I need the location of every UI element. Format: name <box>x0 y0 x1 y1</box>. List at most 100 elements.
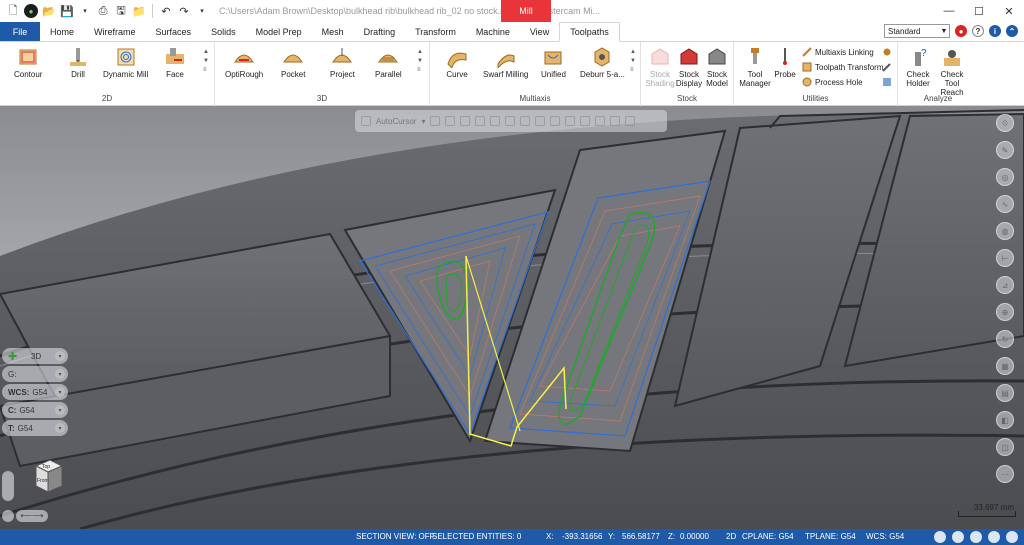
gallery-scroll[interactable]: ▲ ▼ ≡ <box>202 48 210 75</box>
globe-icon[interactable] <box>934 531 946 543</box>
section-icon[interactable]: ◧ <box>996 411 1014 429</box>
unified-button[interactable]: Unified <box>541 46 566 79</box>
save-as-icon[interactable]: 🖫 <box>114 4 128 18</box>
pencil-icon[interactable]: ✎ <box>996 141 1014 159</box>
pocket-button[interactable]: Pocket <box>281 46 305 79</box>
gview-row[interactable]: G: ▾ <box>2 366 68 382</box>
close-icon[interactable]: ✕ <box>994 0 1024 22</box>
new-file-icon[interactable]: 🗋 <box>6 4 20 18</box>
tab-mesh[interactable]: Mesh <box>312 22 354 41</box>
minimize-icon[interactable]: — <box>934 0 964 22</box>
tool-manager-button[interactable]: Tool Manager <box>739 46 771 88</box>
utility-extra-icon-1[interactable] <box>882 47 892 57</box>
view-icon[interactable]: ◫ <box>996 438 1014 456</box>
wcs-row[interactable]: WCS: G54 ▾ <box>2 384 68 400</box>
collapse-ribbon-icon[interactable]: ⌃ <box>1006 25 1018 37</box>
select-chain-icon[interactable] <box>490 116 501 126</box>
tab-solids[interactable]: Solids <box>201 22 246 41</box>
open-file-icon[interactable]: 📂 <box>42 4 56 18</box>
multiaxis-linking-button[interactable]: Multiaxis Linking <box>802 47 874 57</box>
select-solid-icon[interactable] <box>505 116 516 126</box>
horizontal-nav-control[interactable]: ⟵⟶ <box>16 510 48 522</box>
check-tool-reach-button[interactable]: Check Tool Reach <box>934 46 970 97</box>
swarf-milling-button[interactable]: Swarf Milling <box>483 46 528 79</box>
network-icon[interactable]: ● <box>955 25 967 37</box>
folder-icon[interactable]: 📁 <box>132 4 146 18</box>
tab-machine[interactable]: Machine <box>466 22 520 41</box>
check-holder-button[interactable]: ? Check Holder <box>904 46 932 88</box>
mastercam-logo-icon[interactable]: ● <box>24 4 38 18</box>
zoom-icon[interactable]: ⊕ <box>996 303 1014 321</box>
utility-extra-icon-2[interactable] <box>882 62 892 72</box>
select-window-icon[interactable] <box>475 116 486 126</box>
cplane-row[interactable]: C: G54 ▾ <box>2 402 68 418</box>
optirough-button[interactable]: OptiRough <box>225 46 263 79</box>
maximize-icon[interactable]: ☐ <box>964 0 994 22</box>
curve-icon[interactable]: ∿ <box>996 195 1014 213</box>
dynamic-mill-button[interactable]: Dynamic Mill <box>103 46 148 79</box>
tab-drafting[interactable]: Drafting <box>354 22 406 41</box>
cursor-icon[interactable] <box>445 116 456 126</box>
lock-icon[interactable] <box>361 116 371 126</box>
mode-2d-status[interactable]: 2D <box>726 532 736 541</box>
view-cube[interactable]: Top Front <box>30 458 64 494</box>
select-face-icon[interactable] <box>520 116 531 126</box>
tab-transform[interactable]: Transform <box>405 22 466 41</box>
view-selector[interactable]: ✚ 3D ▾ <box>2 348 68 364</box>
more-icon[interactable]: ⋯ <box>996 465 1014 483</box>
verify-icon[interactable] <box>580 116 591 126</box>
clear-icon[interactable] <box>625 116 636 126</box>
cube-icon[interactable] <box>970 531 982 543</box>
tab-toolpaths[interactable]: Toolpaths <box>559 22 620 42</box>
gallery-scroll[interactable]: ▲ ▼ ≡ <box>416 48 424 75</box>
wcs-status[interactable]: WCS: G54 <box>866 532 904 541</box>
tplane-row[interactable]: T: G54 ▾ <box>2 420 68 436</box>
select-icon[interactable] <box>460 116 471 126</box>
utility-extra-icon-3[interactable] <box>882 77 892 87</box>
graphics-viewport[interactable]: AutoCursor ▾ ⦸ ✎ ◎ ∿ ◍ ⊢ ⊿ ⊕ ↻ ▦ ▤ ◧ ◫ ⋯… <box>0 106 1024 529</box>
no-entry-icon[interactable]: ⦸ <box>996 114 1014 132</box>
stock-model-button[interactable]: Stock Model <box>704 46 730 88</box>
parallel-button[interactable]: Parallel <box>375 46 402 79</box>
gallery-scroll[interactable]: ▲ ▼ ≡ <box>629 48 637 75</box>
ruler-icon[interactable]: ⊿ <box>996 276 1014 294</box>
probe-button[interactable]: Probe <box>774 46 796 79</box>
dropdown-icon[interactable]: ▾ <box>195 4 209 18</box>
tab-home[interactable]: Home <box>40 22 84 41</box>
redo-icon[interactable]: ↷ <box>177 4 191 18</box>
save-icon[interactable]: 💾 <box>60 4 74 18</box>
shaded-icon[interactable]: ◍ <box>996 222 1014 240</box>
target-icon[interactable]: ◎ <box>996 168 1014 186</box>
print-icon[interactable]: ⎙ <box>96 4 110 18</box>
tplane-status[interactable]: TPLANE: G54 <box>805 532 856 541</box>
stock-shading-button[interactable]: Stock Shading <box>645 46 675 88</box>
toolpath-transform-button[interactable]: Toolpath Transform <box>802 62 883 72</box>
nav-reset-icon[interactable] <box>2 510 14 522</box>
info-icon[interactable]: i <box>989 25 1001 37</box>
curve-button[interactable]: Curve <box>446 46 468 79</box>
section-view-status[interactable]: SECTION VIEW: OFF <box>356 532 435 541</box>
mask-icon[interactable] <box>565 116 576 126</box>
dropdown-icon[interactable]: ▾ <box>78 4 92 18</box>
autocursor-label[interactable]: AutoCursor <box>376 117 416 126</box>
tab-surfaces[interactable]: Surfaces <box>146 22 202 41</box>
cplane-status[interactable]: CPLANE: G54 <box>742 532 794 541</box>
face-button[interactable]: Face <box>164 46 186 79</box>
undo-icon[interactable]: ↶ <box>159 4 173 18</box>
help-icon[interactable]: ? <box>972 25 984 37</box>
refresh-icon[interactable] <box>610 116 621 126</box>
rotate-icon[interactable]: ↻ <box>996 330 1014 348</box>
dimension-icon[interactable]: ⊢ <box>996 249 1014 267</box>
grid-icon[interactable]: ▦ <box>996 357 1014 375</box>
contour-button[interactable]: Contour <box>14 46 42 79</box>
process-hole-button[interactable]: Process Hole <box>802 77 863 87</box>
tab-view[interactable]: View <box>520 22 559 41</box>
tab-file[interactable]: File <box>0 22 40 41</box>
project-button[interactable]: Project <box>330 46 355 79</box>
color-icon[interactable] <box>595 116 606 126</box>
help-icon[interactable] <box>1006 531 1018 543</box>
tab-wireframe[interactable]: Wireframe <box>84 22 146 41</box>
deburr-button[interactable]: Deburr 5-a... <box>580 46 625 79</box>
color-icon[interactable] <box>988 531 1000 543</box>
stock-display-button[interactable]: Stock Display <box>676 46 702 88</box>
